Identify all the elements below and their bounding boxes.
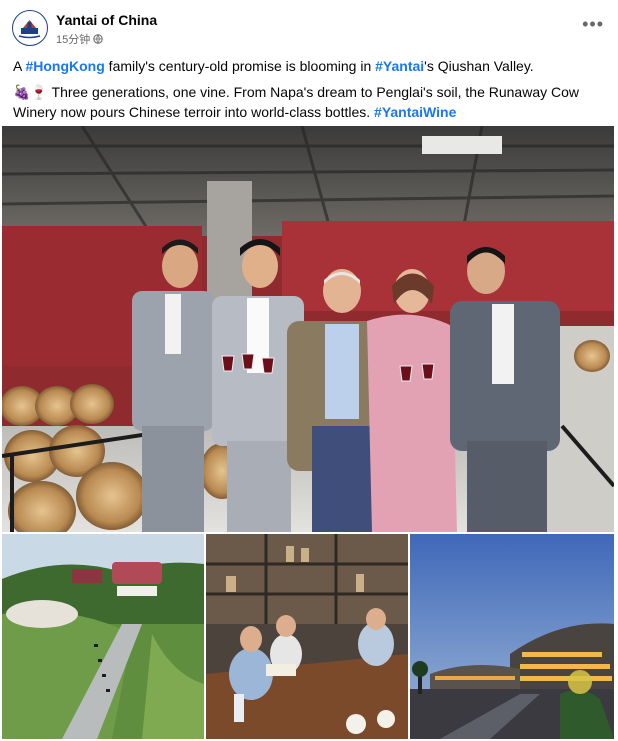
text-span: Three generations, one vine. From Napa's… bbox=[13, 84, 580, 120]
photo-aerial-winery[interactable] bbox=[2, 534, 204, 739]
post-timestamp[interactable]: 15分钟 bbox=[56, 31, 90, 47]
page-name[interactable]: Yantai of China bbox=[56, 12, 157, 28]
globe-icon bbox=[93, 34, 103, 44]
more-options-button[interactable]: ••• bbox=[582, 14, 604, 35]
hashtag-yantai[interactable]: #Yantai bbox=[375, 58, 424, 74]
more-horizontal-icon: ••• bbox=[582, 14, 604, 34]
post-header: Yantai of China 15分钟 ••• bbox=[0, 0, 618, 50]
text-span: 's Qiushan Valley. bbox=[424, 58, 534, 74]
text-span: A bbox=[13, 58, 26, 74]
main-photo-family-in-cellar[interactable] bbox=[2, 126, 614, 532]
post-text: A #HongKong family's century-old promise… bbox=[13, 56, 608, 128]
hashtag-hongkong[interactable]: #HongKong bbox=[25, 58, 104, 74]
photo-winery-dusk[interactable] bbox=[410, 534, 614, 739]
post-line-2: 🍇🍷 Three generations, one vine. From Nap… bbox=[13, 82, 608, 122]
text-span: family's century-old promise is blooming… bbox=[104, 58, 376, 74]
hashtag-yantaiwine[interactable]: #YantaiWine bbox=[374, 104, 456, 120]
grape-wine-emoji: 🍇🍷 bbox=[13, 84, 48, 100]
post-line-1: A #HongKong family's century-old promise… bbox=[13, 56, 608, 76]
post-meta: 15分钟 bbox=[56, 31, 103, 47]
page-avatar[interactable] bbox=[12, 10, 48, 46]
photo-tasting-room[interactable] bbox=[206, 534, 408, 739]
